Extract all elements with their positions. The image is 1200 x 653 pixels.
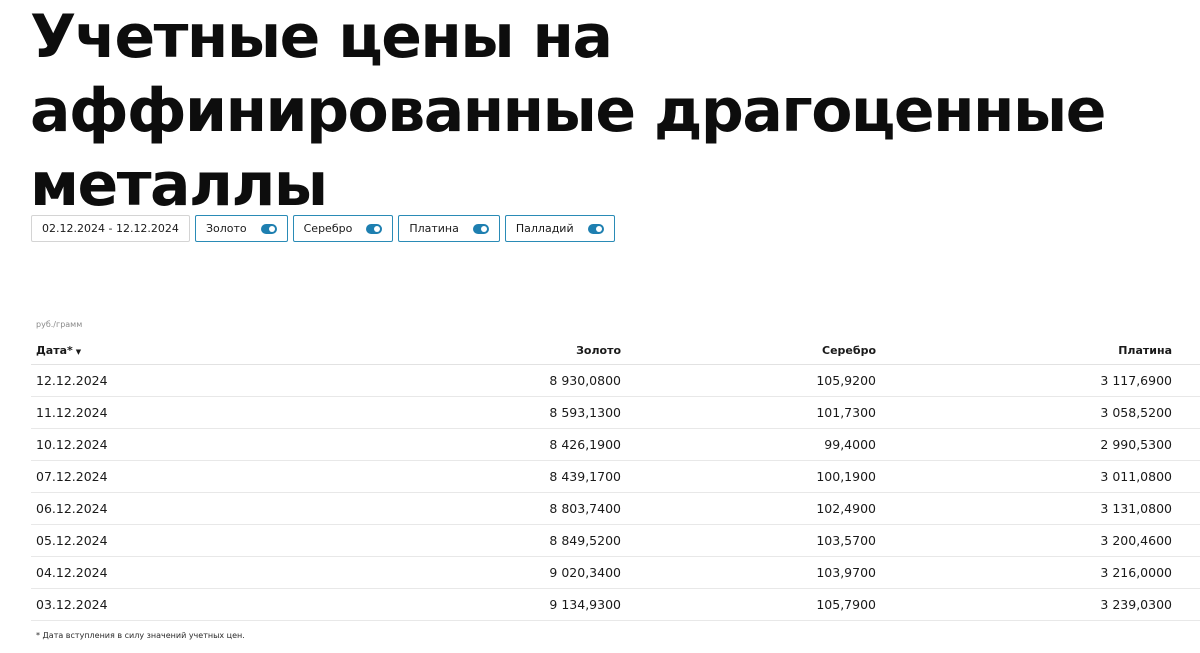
toggle-switch-icon[interactable]	[366, 223, 383, 234]
cell-silver: 103,9700	[621, 556, 876, 589]
cell-date: 03.12.2024	[31, 588, 231, 621]
cell-silver: 99,4000	[621, 428, 876, 461]
cell-date: 12.12.2024	[31, 364, 231, 397]
page-title: Учетные цены на аффинированные драгоценн…	[30, 2, 1106, 220]
cell-silver: 102,4900	[621, 492, 876, 525]
cell-gold: 9 134,9300	[231, 588, 621, 621]
cell-platinum: 3 117,6900	[876, 364, 1172, 397]
metal-filter-platinum[interactable]: Платина	[398, 215, 500, 242]
cell-spacer	[1172, 524, 1200, 557]
cell-spacer	[1172, 492, 1200, 525]
cell-silver: 105,9200	[621, 364, 876, 397]
column-header-spacer	[1172, 336, 1200, 365]
cell-gold: 8 439,1700	[231, 460, 621, 493]
cell-silver: 100,1900	[621, 460, 876, 493]
table-row: 03.12.2024 9 134,9300 105,7900 3 239,030…	[31, 588, 1200, 621]
toggle-switch-icon[interactable]	[260, 223, 277, 234]
cell-date: 06.12.2024	[31, 492, 231, 525]
cell-date: 05.12.2024	[31, 524, 231, 557]
metal-filter-gold[interactable]: Золото	[194, 215, 288, 242]
date-range-picker[interactable]: 02.12.2024 - 12.12.2024	[31, 215, 190, 242]
cell-platinum: 3 131,0800	[876, 492, 1172, 525]
metal-filter-palladium[interactable]: Палладий	[504, 215, 615, 242]
filter-bar: 02.12.2024 - 12.12.2024 Золото Серебро П…	[31, 215, 615, 242]
table-row: 07.12.2024 8 439,1700 100,1900 3 011,080…	[31, 460, 1200, 493]
table-row: 06.12.2024 8 803,7400 102,4900 3 131,080…	[31, 492, 1200, 525]
cell-gold: 9 020,3400	[231, 556, 621, 589]
table-row: 12.12.2024 8 930,0800 105,9200 3 117,690…	[31, 364, 1200, 397]
cell-platinum: 3 216,0000	[876, 556, 1172, 589]
cell-spacer	[1172, 588, 1200, 621]
cell-platinum: 3 239,0300	[876, 588, 1172, 621]
cell-gold: 8 849,5200	[231, 524, 621, 557]
cell-gold: 8 426,1900	[231, 428, 621, 461]
metal-filter-label: Серебро	[303, 222, 353, 235]
cell-gold: 8 593,1300	[231, 396, 621, 429]
metal-filter-label: Палладий	[515, 222, 574, 235]
metal-filter-silver[interactable]: Серебро	[292, 215, 394, 242]
table-row: 10.12.2024 8 426,1900 99,4000 2 990,5300	[31, 428, 1200, 461]
prices-table: Дата* ▼ Золото Серебро Платина 12.12.2024…	[31, 336, 1200, 621]
cell-silver: 105,7900	[621, 588, 876, 621]
cell-gold: 8 803,7400	[231, 492, 621, 525]
cell-platinum: 2 990,5300	[876, 428, 1172, 461]
table-header-row: Дата* ▼ Золото Серебро Платина	[31, 336, 1200, 365]
toggle-switch-icon[interactable]	[472, 223, 489, 234]
cell-spacer	[1172, 428, 1200, 461]
cell-spacer	[1172, 556, 1200, 589]
cell-spacer	[1172, 364, 1200, 397]
cell-spacer	[1172, 460, 1200, 493]
cell-spacer	[1172, 396, 1200, 429]
cell-date: 07.12.2024	[31, 460, 231, 493]
table-row: 04.12.2024 9 020,3400 103,9700 3 216,000…	[31, 556, 1200, 589]
column-header-silver: Серебро	[621, 336, 876, 365]
cell-platinum: 3 058,5200	[876, 396, 1172, 429]
cell-platinum: 3 200,4600	[876, 524, 1172, 557]
page: Учетные цены на аффинированные драгоценн…	[0, 0, 1200, 653]
footnote: * Дата вступления в силу значений учетны…	[36, 631, 245, 640]
sort-down-icon[interactable]: ▼	[76, 348, 81, 356]
column-header-date[interactable]: Дата* ▼	[31, 336, 231, 365]
column-header-gold: Золото	[231, 336, 621, 365]
cell-date: 11.12.2024	[31, 396, 231, 429]
metal-filter-label: Золото	[205, 222, 247, 235]
cell-gold: 8 930,0800	[231, 364, 621, 397]
cell-silver: 101,7300	[621, 396, 876, 429]
table-row: 11.12.2024 8 593,1300 101,7300 3 058,520…	[31, 396, 1200, 429]
cell-silver: 103,5700	[621, 524, 876, 557]
cell-platinum: 3 011,0800	[876, 460, 1172, 493]
cell-date: 04.12.2024	[31, 556, 231, 589]
column-header-platinum: Платина	[876, 336, 1172, 365]
unit-label: руб./грамм	[36, 320, 83, 329]
metal-filter-label: Платина	[409, 222, 459, 235]
column-header-label: Дата*	[36, 343, 73, 357]
cell-date: 10.12.2024	[31, 428, 231, 461]
toggle-switch-icon[interactable]	[587, 223, 604, 234]
table-row: 05.12.2024 8 849,5200 103,5700 3 200,460…	[31, 524, 1200, 557]
